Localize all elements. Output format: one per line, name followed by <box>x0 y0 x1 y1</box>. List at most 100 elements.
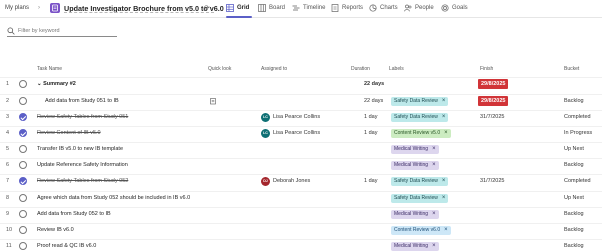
duration-value[interactable]: 1 day <box>364 113 377 121</box>
quick-look-icon[interactable] <box>210 98 217 105</box>
assignee-name[interactable]: Deborah Jones <box>273 177 310 185</box>
tab-charts[interactable]: Charts <box>369 4 398 12</box>
breadcrumb-my-plans[interactable]: My plans <box>5 5 29 11</box>
remove-label-icon[interactable]: × <box>432 145 436 154</box>
table-row[interactable]: 6 Update Reference Safety Information Medi… <box>0 158 602 171</box>
task-name[interactable]: Review Content of IB v5.0 <box>37 129 101 137</box>
column-task-name[interactable]: Task Name <box>37 66 62 72</box>
tab-goals[interactable]: Goals <box>441 4 468 12</box>
table-row[interactable]: 8 Agree which data from Study 052 should … <box>0 191 602 204</box>
label-chip[interactable]: Safety Data Review × <box>391 97 449 106</box>
table-row[interactable]: 9 Add data from Study 052 to IB Medical Wr… <box>0 207 602 220</box>
table-row[interactable]: 1 ⌄ Summary #2 22 days 29/8/2025 <box>0 77 602 90</box>
label-chip[interactable]: Medical Writing × <box>391 161 439 170</box>
table-row[interactable]: 5 Transfer IB v5.0 to new IB template Medi… <box>0 142 602 155</box>
bucket-name[interactable]: Up Next <box>564 194 584 202</box>
completion-checkbox[interactable] <box>19 80 27 88</box>
remove-label-icon[interactable]: × <box>432 210 436 219</box>
task-name[interactable]: Update Reference Safety Information <box>37 161 128 169</box>
tab-board[interactable]: Board <box>258 4 285 12</box>
bucket-name[interactable]: Backlog <box>564 97 584 105</box>
remove-label-icon[interactable]: × <box>442 113 446 122</box>
tab-timeline-label: Timeline <box>303 5 326 11</box>
tab-timeline[interactable]: Timeline <box>292 4 325 12</box>
table-row[interactable]: 2 Add data from Study 051 to IB 22 days Saf… <box>0 94 602 107</box>
completion-checkbox[interactable] <box>19 210 27 218</box>
table-row[interactable]: 7 Review Safety Tables from Study 052 DJ De… <box>0 174 602 187</box>
refresh-icon[interactable]: ⟳ <box>204 4 210 12</box>
avatar[interactable]: LC <box>261 113 270 122</box>
column-bucket[interactable]: Bucket <box>564 66 579 72</box>
remove-label-icon[interactable]: × <box>442 194 446 203</box>
filter-input[interactable] <box>18 27 113 34</box>
completion-checkbox[interactable] <box>19 177 27 185</box>
assignee-name[interactable]: Lisa Pearce Collins <box>273 113 320 121</box>
completion-checkbox[interactable] <box>19 226 27 234</box>
bucket-name[interactable]: Completed <box>564 177 591 185</box>
task-name[interactable]: Review IB v6.0 <box>37 226 74 234</box>
completion-checkbox[interactable] <box>19 113 27 121</box>
label-chip[interactable]: Medical Writing × <box>391 145 439 154</box>
overdue-finish-date[interactable]: 29/8/2025 <box>478 96 509 106</box>
finish-date[interactable]: 31/7/2025 <box>480 177 504 185</box>
completion-checkbox[interactable] <box>19 194 27 202</box>
bucket-name[interactable]: Backlog <box>564 242 584 250</box>
top-bar: My plans › Update Investigator Brochure … <box>0 0 602 18</box>
finish-date[interactable]: 31/7/2025 <box>480 113 504 121</box>
label-chip[interactable]: Content Review v6.0 × <box>391 226 451 235</box>
column-labels[interactable]: Labels <box>389 66 404 72</box>
task-name[interactable]: Review Safety Tables from Study 052 <box>37 177 128 185</box>
bucket-name[interactable]: Backlog <box>564 226 584 234</box>
task-name[interactable]: Add data from Study 052 to IB <box>37 210 111 218</box>
filter-box[interactable] <box>7 25 117 37</box>
duration-value[interactable]: 1 day <box>364 129 377 137</box>
bucket-name[interactable]: Backlog <box>564 210 584 218</box>
label-chip[interactable]: Safety Data Review × <box>391 177 449 186</box>
bucket-name[interactable]: Completed <box>564 113 591 121</box>
task-name[interactable]: Review Safety Tables from Study 051 <box>37 113 128 121</box>
completion-checkbox[interactable] <box>19 97 27 105</box>
column-assigned-to[interactable]: Assigned to <box>261 66 287 72</box>
task-name[interactable]: Add data from Study 051 to IB <box>45 97 119 105</box>
table-row[interactable]: 4 Review Content of IB v5.0 LC Lisa Pearce … <box>0 126 602 139</box>
completion-checkbox[interactable] <box>19 242 27 250</box>
table-row[interactable]: 3 Review Safety Tables from Study 051 LC Li… <box>0 110 602 123</box>
avatar[interactable]: LC <box>261 129 270 138</box>
bucket-name[interactable]: Up Next <box>564 145 584 153</box>
expand-chevron-icon[interactable]: ⌄ <box>37 81 42 87</box>
label-chip[interactable]: Content Review v5.0 × <box>391 129 451 138</box>
overdue-finish-date[interactable]: 29/8/2025 <box>478 79 509 89</box>
avatar[interactable]: DJ <box>261 177 270 186</box>
completion-checkbox[interactable] <box>19 129 27 137</box>
label-chip[interactable]: Safety Data Review × <box>391 113 449 122</box>
duration-value[interactable]: 22 days <box>364 97 383 105</box>
completion-checkbox[interactable] <box>19 145 27 153</box>
label-chip[interactable]: Medical Writing × <box>391 242 439 251</box>
label-chip[interactable]: Safety Data Review × <box>391 194 449 203</box>
column-quick-look[interactable]: Quick look <box>208 66 231 72</box>
tab-people[interactable]: People <box>404 4 434 12</box>
table-row[interactable]: 10 Review IB v6.0 Content Review v6.0 × Back… <box>0 223 602 236</box>
remove-label-icon[interactable]: × <box>432 242 436 251</box>
table-row[interactable]: 11 Proof read & QC IB v6.0 Medical Writing… <box>0 239 602 252</box>
remove-label-icon[interactable]: × <box>444 129 448 138</box>
column-duration[interactable]: Duration <box>351 66 370 72</box>
label-chip[interactable]: Medical Writing × <box>391 210 439 219</box>
remove-label-icon[interactable]: × <box>442 97 446 106</box>
assignee-name[interactable]: Lisa Pearce Collins <box>273 129 320 137</box>
bucket-name[interactable]: Backlog <box>564 161 584 169</box>
task-name[interactable]: Transfer IB v5.0 to new IB template <box>37 145 123 153</box>
column-finish[interactable]: Finish <box>480 66 493 72</box>
task-name[interactable]: Proof read & QC IB v6.0 <box>37 242 96 250</box>
task-name[interactable]: Agree which data from Study 052 should b… <box>37 194 190 202</box>
remove-label-icon[interactable]: × <box>444 226 448 235</box>
summary-task-name[interactable]: ⌄ Summary #2 <box>37 80 76 88</box>
tab-grid[interactable]: Grid <box>226 4 249 12</box>
duration-value[interactable]: 1 day <box>364 177 377 185</box>
tab-reports[interactable]: Reports <box>331 4 363 12</box>
remove-label-icon[interactable]: × <box>432 161 436 170</box>
duration-value[interactable]: 22 days <box>364 80 384 88</box>
remove-label-icon[interactable]: × <box>442 177 446 186</box>
completion-checkbox[interactable] <box>19 161 27 169</box>
bucket-name[interactable]: In Progress <box>564 129 592 137</box>
